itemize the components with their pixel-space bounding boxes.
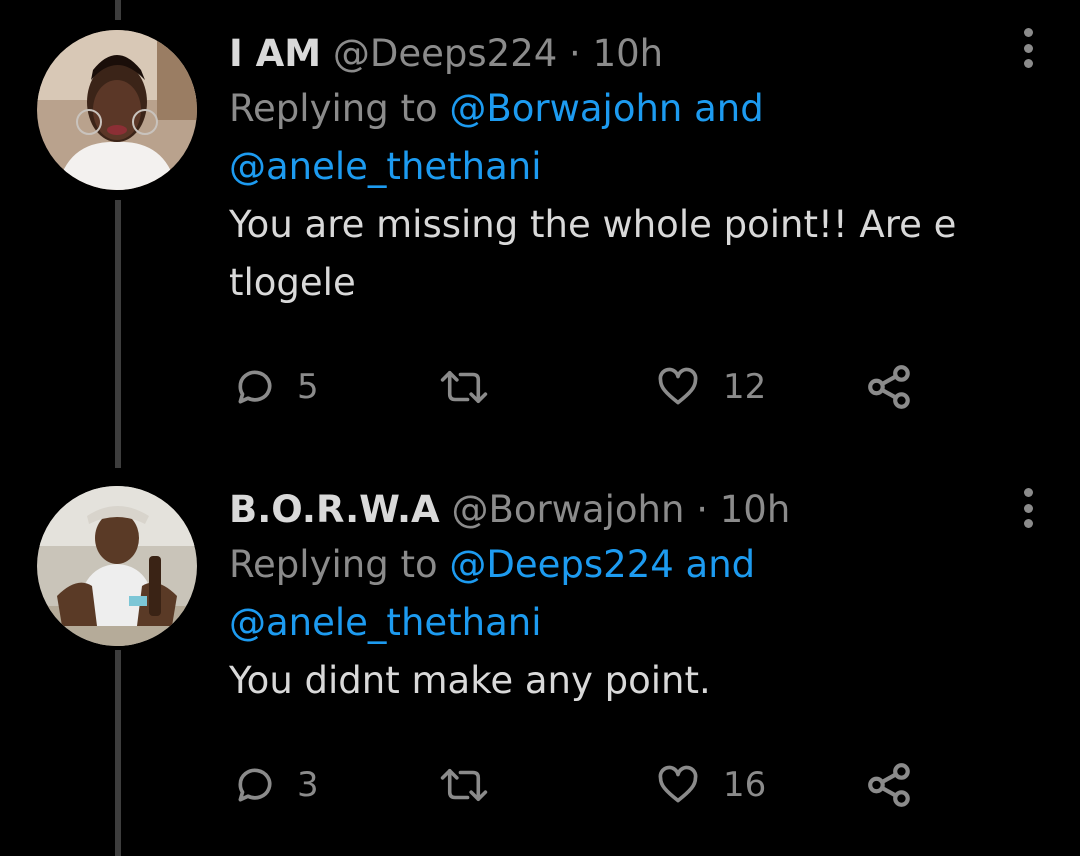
tweet-item[interactable]: I AM @Deeps224 · 10h Replying to @Borwaj… <box>0 0 1080 470</box>
display-name[interactable]: I AM <box>229 32 321 75</box>
replying-to: Replying to @Deeps224 and <box>229 536 1020 594</box>
more-options-icon[interactable] <box>1022 28 1034 68</box>
tweet-text: You are missing the whole point!! Are e … <box>229 196 1020 312</box>
like-button[interactable]: 12 <box>655 362 766 412</box>
more-options-icon[interactable] <box>1022 488 1034 528</box>
action-bar: 5 12 <box>229 362 929 412</box>
user-handle[interactable]: @Borwajohn <box>451 488 684 531</box>
tweet-text-line: tlogele <box>229 261 356 304</box>
like-icon <box>658 367 698 405</box>
action-bar: 3 16 <box>229 760 929 810</box>
reply-icon <box>238 768 272 802</box>
avatar-image <box>37 30 197 190</box>
avatar[interactable] <box>37 30 197 190</box>
tweet-text: You didnt make any point. <box>229 652 1020 710</box>
avatar[interactable] <box>37 486 197 646</box>
separator-dot: · <box>696 488 708 531</box>
tweet-item[interactable]: B.O.R.W.A @Borwajohn · 10h Replying to @… <box>0 470 1080 856</box>
share-icon <box>868 365 910 409</box>
like-count: 12 <box>723 367 767 407</box>
reply-icon <box>238 370 272 404</box>
mention-link[interactable]: @Deeps224 <box>449 543 673 586</box>
reply-button[interactable]: 3 <box>233 760 319 810</box>
replying-to-label: Replying to <box>229 87 438 130</box>
tweet-header: B.O.R.W.A @Borwajohn · 10h <box>229 488 1020 532</box>
like-button[interactable]: 16 <box>655 760 766 810</box>
reply-button[interactable]: 5 <box>233 362 319 412</box>
share-button[interactable] <box>865 362 915 412</box>
replying-to-label: Replying to <box>229 543 438 586</box>
timestamp[interactable]: 10h <box>720 488 791 531</box>
retweet-button[interactable] <box>439 760 489 810</box>
display-name[interactable]: B.O.R.W.A <box>229 488 440 531</box>
user-handle[interactable]: @Deeps224 <box>333 32 557 75</box>
retweet-icon <box>440 370 488 404</box>
retweet-icon <box>440 768 488 802</box>
share-icon <box>868 763 910 807</box>
reply-count: 3 <box>297 765 319 805</box>
and-label[interactable]: and <box>694 87 764 130</box>
mention-link[interactable]: @Borwajohn <box>449 87 682 130</box>
replying-to: Replying to @Borwajohn and <box>229 80 1020 138</box>
and-label[interactable]: and <box>686 543 756 586</box>
mention-link[interactable]: @anele_thethani <box>229 601 542 644</box>
like-count: 16 <box>723 765 767 805</box>
avatar-image <box>37 486 197 646</box>
tweet-text-line: You didnt make any point. <box>229 659 711 702</box>
retweet-button[interactable] <box>439 362 489 412</box>
replying-to-line-2: @anele_thethani <box>229 138 1020 196</box>
replying-to-line-2: @anele_thethani <box>229 594 1020 652</box>
timestamp[interactable]: 10h <box>593 32 664 75</box>
share-button[interactable] <box>865 760 915 810</box>
tweet-text-line: You are missing the whole point!! Are e <box>229 203 957 246</box>
like-icon <box>658 765 698 803</box>
reply-count: 5 <box>297 367 319 407</box>
separator-dot: · <box>569 32 581 75</box>
tweet-header: I AM @Deeps224 · 10h <box>229 32 1020 76</box>
mention-link[interactable]: @anele_thethani <box>229 145 542 188</box>
